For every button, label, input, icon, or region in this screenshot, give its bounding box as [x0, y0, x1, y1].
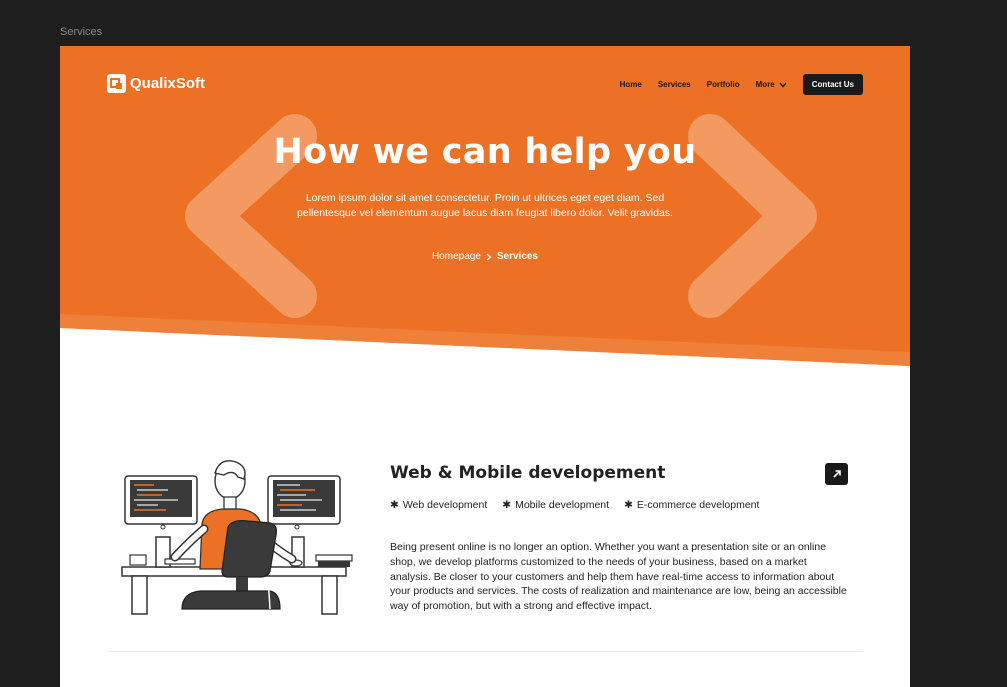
nav-home[interactable]: Home [620, 80, 642, 89]
open-service-button[interactable] [825, 463, 848, 485]
tag-label: Mobile development [515, 499, 610, 511]
tag-item: ✱ Mobile development [502, 499, 609, 511]
tag-item: ✱ E-commerce development [624, 499, 759, 511]
nav-services[interactable]: Services [658, 80, 691, 89]
service-description: Being present online is no longer an opt… [390, 541, 847, 613]
frame-label: Services [60, 26, 103, 38]
asterisk-icon: ✱ [624, 499, 633, 511]
tag-item: ✱ Web development [390, 499, 487, 511]
breadcrumb-home[interactable]: Homepage [432, 251, 481, 262]
section-divider [107, 651, 863, 652]
hero-title: How we can help you [273, 132, 697, 172]
hero-subtitle: Lorem ipsum dolor sit amet consectetur. … [297, 192, 673, 219]
breadcrumb-current: Services [496, 251, 539, 262]
asterisk-icon: ✱ [502, 499, 512, 511]
chevron-down-icon [779, 82, 787, 88]
brand-logo[interactable]: QualixSoft [107, 74, 205, 93]
arrow-up-right-icon [832, 470, 841, 478]
contact-us-button[interactable]: Contact Us [802, 74, 863, 95]
nav-portfolio[interactable]: Portfolio [707, 80, 740, 89]
nav-more-label: More [755, 80, 775, 89]
page-frame: QualixSoft Home Services Portfolio More … [60, 46, 910, 687]
tag-label: Web development [402, 499, 488, 511]
nav-more[interactable]: More [756, 80, 787, 89]
chevron-right-icon [486, 253, 492, 260]
breadcrumb: Homepage Services [60, 251, 910, 262]
logo-icon [107, 74, 126, 93]
service-tags: ✱ Web development ✱ Mobile development ✱… [390, 499, 759, 511]
brand-name: QualixSoft [130, 75, 206, 92]
tag-label: E-commerce development [636, 499, 760, 511]
top-nav: Home Services Portfolio More Contact Us [620, 74, 863, 95]
asterisk-icon: ✱ [390, 499, 399, 511]
service-title: Web & Mobile developement [390, 463, 666, 483]
developer-illustration [121, 460, 353, 615]
